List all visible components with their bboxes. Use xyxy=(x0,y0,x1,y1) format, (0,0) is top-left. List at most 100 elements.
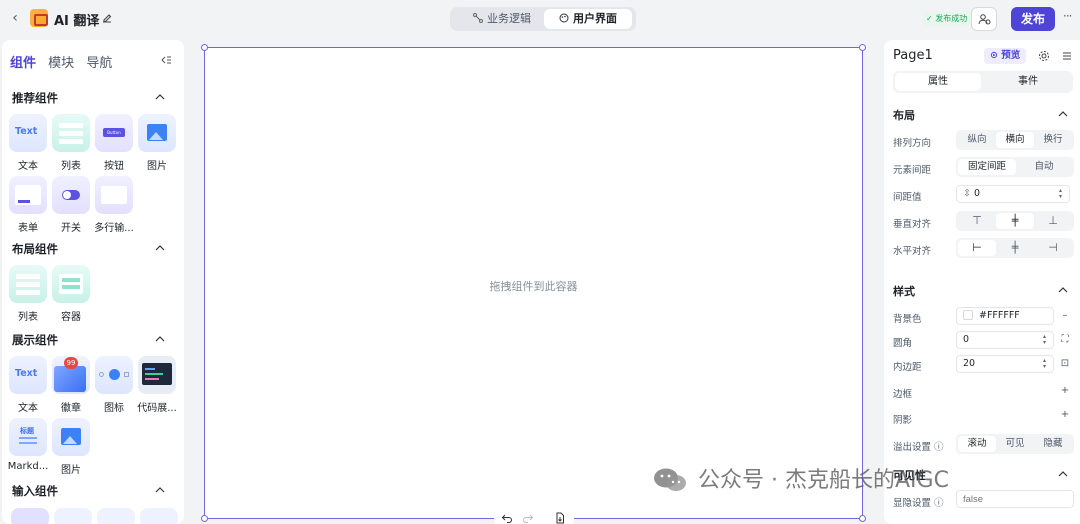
chevron-up-icon[interactable] xyxy=(154,242,166,254)
resize-handle[interactable] xyxy=(201,44,208,51)
component-display-text[interactable]: Text 文本 xyxy=(7,356,49,414)
component-badge[interactable]: 99 徽章 xyxy=(50,356,92,414)
component-form[interactable]: 表单 xyxy=(7,176,49,234)
remove-icon[interactable]: – xyxy=(1060,311,1070,321)
component-container[interactable]: 容器 xyxy=(50,265,92,323)
properties-tabs: 属性 事件 xyxy=(893,71,1073,93)
bg-color-input[interactable]: #FFFFFF xyxy=(956,307,1054,325)
stepper-icon[interactable]: ▴ ▾ xyxy=(1043,358,1049,370)
input-component-tile[interactable] xyxy=(140,508,178,524)
stepper-icon[interactable]: ▴ ▾ xyxy=(1059,188,1065,200)
markdown-tile-glyph: 标题 xyxy=(20,427,34,435)
direction-selector: 纵向 横向 换行 xyxy=(956,130,1074,150)
align-middle-icon[interactable]: ╪ xyxy=(996,213,1034,229)
component-label: 图片 xyxy=(147,161,167,172)
expand-corners-icon[interactable]: ⛶ xyxy=(1060,335,1070,345)
section-input-title: 输入组件 xyxy=(12,484,58,498)
radius-input[interactable]: 0 ▴ ▾ xyxy=(956,331,1054,349)
component-layout-list[interactable]: 列表 xyxy=(7,265,49,323)
resize-handle[interactable] xyxy=(859,515,866,522)
badge-count: 99 xyxy=(64,357,78,369)
direction-horizontal[interactable]: 横向 xyxy=(996,132,1034,148)
input-component-tile[interactable] xyxy=(97,508,135,524)
preview-button[interactable]: ⊙ 预览 xyxy=(984,48,1027,64)
input-component-tile[interactable] xyxy=(54,508,92,524)
align-bottom-icon[interactable]: ⊥ xyxy=(1034,213,1072,229)
chevron-up-icon[interactable] xyxy=(1057,108,1069,120)
overflow-scroll[interactable]: 滚动 xyxy=(958,436,996,452)
info-icon[interactable]: ⓘ xyxy=(934,498,944,509)
overflow-visible[interactable]: 可见 xyxy=(996,436,1034,452)
gap-input[interactable]: ⇳ 0 ▴ ▾ xyxy=(956,185,1070,203)
component-label: 按钮 xyxy=(104,161,124,172)
more-menu-icon[interactable]: ··· xyxy=(1063,9,1073,23)
chevron-up-icon[interactable] xyxy=(154,333,166,345)
style-section-title: 样式 xyxy=(893,285,915,298)
list-component-icon xyxy=(9,265,47,303)
export-icon[interactable] xyxy=(554,512,566,524)
spacing-auto[interactable]: 自动 xyxy=(1016,159,1072,175)
app-title: AI 翻译 xyxy=(54,14,100,29)
color-swatch[interactable] xyxy=(963,310,973,320)
padding-sides-icon[interactable]: ⊡ xyxy=(1060,359,1070,369)
collapse-panel-icon[interactable] xyxy=(160,54,172,66)
chevron-up-icon[interactable] xyxy=(1057,284,1069,296)
component-label: 图标 xyxy=(104,403,124,414)
padding-value: 20 xyxy=(963,358,976,369)
align-center-icon[interactable]: ╪ xyxy=(996,240,1034,256)
add-border-icon[interactable]: + xyxy=(1060,386,1070,396)
direction-wrap[interactable]: 换行 xyxy=(1034,132,1072,148)
top-bar: ‹ AI 翻译 业务逻辑 用户界面 ✓ 发布成功 发布 ··· xyxy=(0,0,1080,38)
input-component-tile[interactable] xyxy=(11,508,49,524)
gear-icon[interactable] xyxy=(1038,50,1050,62)
component-icon[interactable]: 图标 xyxy=(93,356,135,414)
tab-components[interactable]: 组件 xyxy=(10,56,36,71)
direction-vertical[interactable]: 纵向 xyxy=(958,132,996,148)
info-icon[interactable]: ⓘ xyxy=(934,442,944,453)
chevron-up-icon[interactable] xyxy=(154,91,166,103)
align-right-icon[interactable]: ⊣ xyxy=(1034,240,1072,256)
align-left-icon[interactable]: ⊢ xyxy=(958,240,996,256)
tab-user-interface[interactable]: 用户界面 xyxy=(544,9,632,29)
spacing-fixed[interactable]: 固定间距 xyxy=(958,159,1016,175)
back-icon[interactable]: ‹ xyxy=(8,10,22,26)
tab-properties[interactable]: 属性 xyxy=(895,73,981,91)
panel-menu-icon[interactable] xyxy=(1061,50,1073,62)
edit-icon[interactable] xyxy=(101,12,113,24)
show-setting-label-text: 显隐设置 xyxy=(893,498,932,509)
resize-handle[interactable] xyxy=(201,515,208,522)
page-canvas[interactable]: 拖拽组件到此容器 xyxy=(204,47,863,519)
component-textarea[interactable]: 多行输... xyxy=(93,176,135,234)
align-top-icon[interactable]: ⊤ xyxy=(958,213,996,229)
component-image[interactable]: 图片 xyxy=(136,114,178,172)
stepper-icon[interactable]: ▴ ▾ xyxy=(1043,334,1049,346)
image-component-icon xyxy=(138,114,176,152)
component-switch[interactable]: 开关 xyxy=(50,176,92,234)
overflow-hidden[interactable]: 隐藏 xyxy=(1034,436,1072,452)
chevron-up-icon[interactable] xyxy=(1057,468,1069,480)
component-button[interactable]: Button 按钮 xyxy=(93,114,135,172)
component-code[interactable]: 代码展... xyxy=(136,356,178,414)
component-display-image[interactable]: 图片 xyxy=(50,418,92,476)
undo-icon[interactable] xyxy=(501,512,513,524)
publish-button[interactable]: 发布 xyxy=(1011,7,1055,31)
component-text[interactable]: Text 文本 xyxy=(7,114,49,172)
component-markdown[interactable]: 标题 Markd... xyxy=(7,418,49,472)
layout-section-title: 布局 xyxy=(893,109,915,122)
chevron-up-icon[interactable] xyxy=(154,484,166,496)
page-name: Page1 xyxy=(893,48,933,63)
list-component-icon xyxy=(52,114,90,152)
redo-icon[interactable] xyxy=(522,512,534,524)
tab-business-logic[interactable]: 业务逻辑 xyxy=(458,9,546,29)
add-shadow-icon[interactable]: + xyxy=(1060,410,1070,420)
tab-navigation[interactable]: 导航 xyxy=(86,56,112,71)
component-list[interactable]: 列表 xyxy=(50,114,92,172)
collaborators-button[interactable] xyxy=(971,7,997,31)
tab-events[interactable]: 事件 xyxy=(985,73,1071,91)
resize-handle[interactable] xyxy=(859,44,866,51)
tab-modules[interactable]: 模块 xyxy=(48,56,74,71)
padding-input[interactable]: 20 ▴ ▾ xyxy=(956,355,1054,373)
users-icon xyxy=(978,14,991,25)
properties-panel: Page1 ⊙ 预览 属性 事件 布局 排列方向 纵向 横向 换行 元素间距 固… xyxy=(884,40,1080,524)
show-setting-input[interactable] xyxy=(956,490,1074,508)
